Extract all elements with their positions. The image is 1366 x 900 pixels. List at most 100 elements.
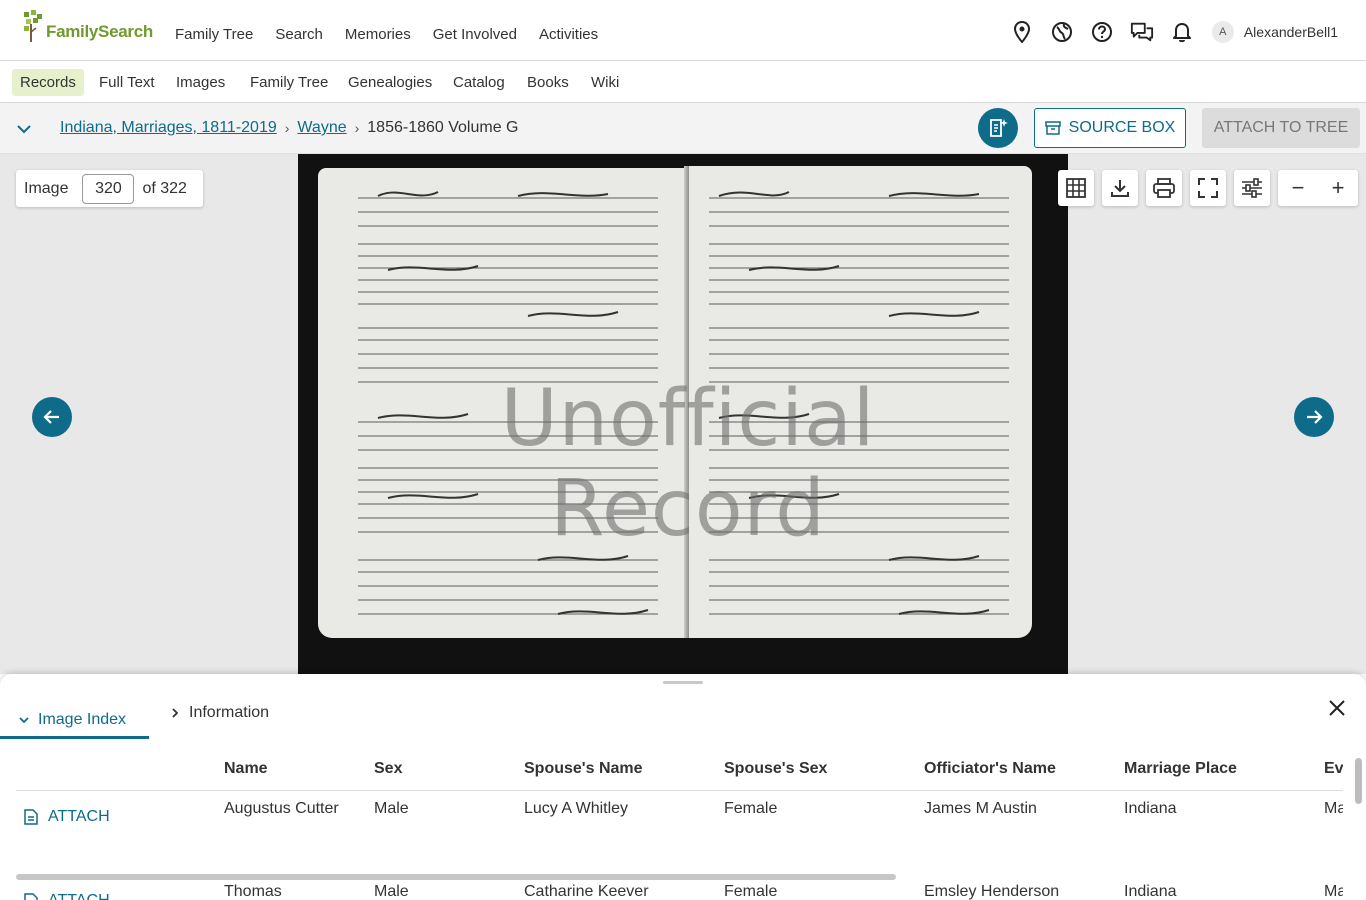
fullscreen-icon (1198, 178, 1218, 198)
image-viewer[interactable]: Unofficial Record Image of 322 − + (0, 154, 1366, 674)
help-icon[interactable] (1090, 20, 1114, 44)
table-cell: Indiana (1124, 800, 1177, 817)
table-cell: Augustus Cutter (224, 800, 339, 817)
horizontal-scrollbar[interactable] (16, 874, 896, 880)
tab-image-index[interactable]: Image Index (0, 704, 149, 739)
menu-memories[interactable]: Memories (345, 26, 411, 43)
column-header-spouse-sex[interactable]: Spouse's Sex (724, 760, 827, 778)
attach-to-tree-button[interactable]: ATTACH TO TREE (1202, 108, 1360, 148)
column-header-name[interactable]: Name (224, 760, 268, 778)
subnav-wiki[interactable]: Wiki (583, 69, 627, 96)
attach-link[interactable]: ATTACH (24, 808, 110, 826)
table-cell: Female (724, 883, 778, 900)
chat-icon[interactable] (1130, 20, 1154, 44)
image-number-input[interactable] (82, 173, 135, 204)
breadcrumb-separator: › (354, 120, 360, 136)
table-cell: Emsley Henderson (924, 883, 1060, 900)
menu-get-involved[interactable]: Get Involved (433, 26, 517, 43)
chevron-down-icon (19, 717, 29, 724)
tab-image-index-label: Image Index (38, 711, 127, 728)
breadcrumb-separator: › (284, 120, 290, 136)
table-cell: Indiana (1124, 883, 1177, 900)
panel-resize-handle[interactable] (663, 681, 703, 684)
column-header-spouse-name[interactable]: Spouse's Name (524, 760, 643, 778)
zoom-in-button[interactable]: + (1332, 175, 1345, 201)
menu-family-tree[interactable]: Family Tree (175, 26, 253, 43)
image-counter: Image of 322 (16, 170, 203, 207)
index-table: Name Sex Spouse's Name Spouse's Sex Offi… (16, 744, 1343, 900)
table-cell: Ma (1324, 883, 1343, 900)
column-header-marriage-place[interactable]: Marriage Place (1124, 760, 1237, 778)
menu-search[interactable]: Search (275, 26, 323, 43)
adjust-icon (1242, 178, 1262, 198)
grid-view-button[interactable] (1058, 170, 1094, 206)
breadcrumb-link-county[interactable]: Wayne (297, 119, 346, 137)
table-cell: Male (374, 883, 409, 900)
subnav-images[interactable]: Images (168, 69, 233, 96)
menu-activities[interactable]: Activities (539, 26, 598, 43)
globe-icon[interactable] (1050, 20, 1074, 44)
fullscreen-button[interactable] (1190, 170, 1226, 206)
viewer-toolbar: − + (1058, 170, 1358, 206)
zoom-controls: − + (1278, 170, 1358, 206)
brand-name: FamilySearch (46, 22, 153, 41)
print-button[interactable] (1146, 170, 1182, 206)
subnav-books[interactable]: Books (519, 69, 577, 96)
image-index-panel: Image Index Information Name Sex Spouse'… (0, 674, 1366, 900)
subnav-genealogies[interactable]: Genealogies (340, 69, 440, 96)
bell-icon[interactable] (1170, 20, 1194, 44)
breadcrumb: Indiana, Marriages, 1811-2019 › Wayne › … (60, 119, 519, 137)
tab-information[interactable]: Information (169, 704, 269, 722)
document-icon (24, 893, 38, 900)
subnav-catalog[interactable]: Catalog (445, 69, 513, 96)
breadcrumb-link-collection[interactable]: Indiana, Marriages, 1811-2019 (60, 119, 277, 137)
image-adjust-button[interactable] (1234, 170, 1270, 206)
add-record-button[interactable] (978, 108, 1018, 148)
subnav-records[interactable]: Records (12, 69, 84, 96)
avatar[interactable]: A (1211, 21, 1234, 43)
table-cell: Ma (1324, 800, 1343, 817)
tree-logo-icon (24, 10, 42, 42)
table-cell: Thomas (224, 883, 282, 900)
chevron-down-icon[interactable] (15, 120, 33, 138)
document-sparkle-icon (990, 119, 1008, 137)
main-menu: Family Tree Search Memories Get Involved… (175, 26, 598, 43)
column-header-sex[interactable]: Sex (374, 760, 402, 778)
table-cell: Lucy A Whitley (524, 800, 629, 817)
download-button[interactable] (1102, 170, 1138, 206)
close-icon[interactable] (1327, 698, 1347, 718)
source-box-label: SOURCE BOX (1068, 119, 1176, 136)
download-icon (1111, 180, 1129, 197)
arrow-left-icon (43, 410, 59, 424)
attach-link[interactable]: ATTACH (24, 892, 110, 900)
print-icon (1153, 178, 1175, 198)
table-cell: Female (724, 800, 778, 817)
unofficial-record-watermark: Unofficial Record (500, 374, 876, 554)
next-image-button[interactable] (1294, 397, 1334, 437)
username[interactable]: AlexanderBell1 (1244, 24, 1338, 40)
previous-image-button[interactable] (32, 397, 72, 437)
table-divider (16, 790, 1343, 791)
record-image[interactable]: Unofficial Record (298, 154, 1068, 674)
familysearch-logo[interactable]: FamilySearch (22, 10, 153, 44)
column-header-officiator[interactable]: Officiator's Name (924, 760, 1056, 778)
subnav-full-text[interactable]: Full Text (91, 69, 163, 96)
breadcrumb-current: 1856-1860 Volume G (367, 119, 519, 136)
attach-label: ATTACH (48, 808, 110, 825)
right-nav: A AlexanderBell1 (994, 20, 1338, 44)
records-sub-navigation: Records Full Text Images Family Tree Gen… (0, 61, 1366, 103)
zoom-out-button[interactable]: − (1292, 175, 1305, 201)
attach-label: ATTACH (48, 892, 110, 900)
source-box-button[interactable]: SOURCE BOX (1034, 108, 1186, 148)
subnav-family-tree[interactable]: Family Tree (242, 69, 336, 96)
table-cell: James M Austin (924, 800, 1037, 817)
table-cell: Male (374, 800, 409, 817)
chevron-right-icon (172, 708, 179, 718)
document-icon (24, 809, 38, 825)
location-pin-icon[interactable] (1010, 20, 1034, 44)
archive-box-icon (1044, 121, 1061, 135)
top-navigation: FamilySearch Family Tree Search Memories… (0, 0, 1366, 61)
image-label: Image (24, 179, 69, 197)
column-header-event[interactable]: Eve (1324, 760, 1343, 778)
vertical-scrollbar[interactable] (1355, 758, 1362, 804)
